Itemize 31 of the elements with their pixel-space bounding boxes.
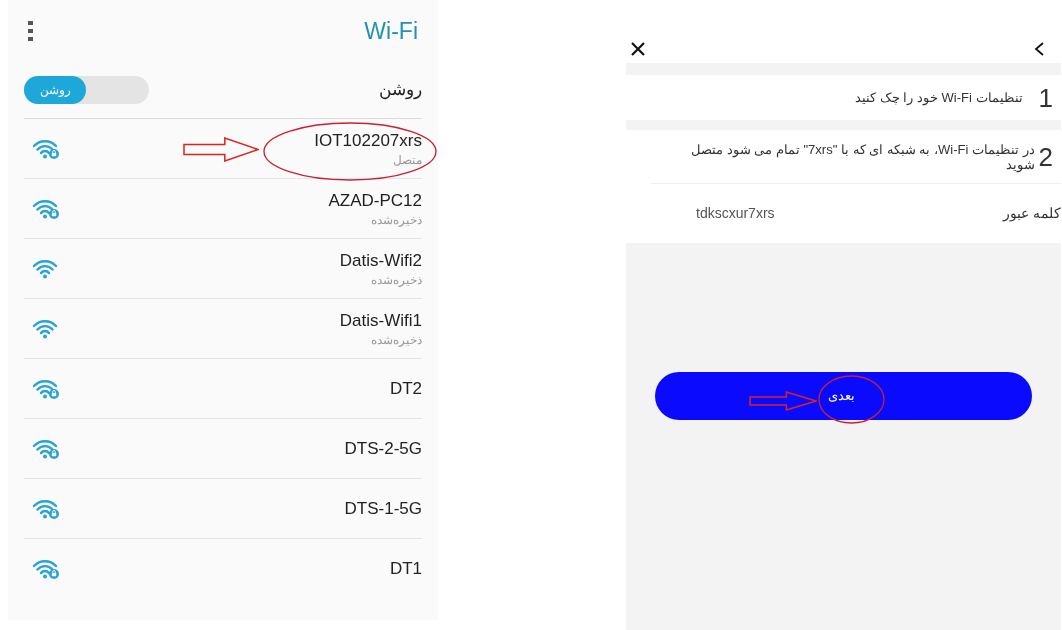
step-number: 2 <box>1038 143 1053 170</box>
network-status: ذخیره‌شده <box>371 271 422 288</box>
back-icon[interactable] <box>1033 41 1045 57</box>
network-name: DTS-1-5G <box>344 497 422 520</box>
close-icon[interactable] <box>630 41 646 57</box>
step-number: 1 <box>1038 84 1053 111</box>
network-name: Datis-Wifi1 <box>339 309 422 332</box>
step-text: در تنظیمات Wi-Fi، به شبکه ای که با "7xrs" تمام می شود متصل شوید <box>690 141 1035 172</box>
network-status: متصل <box>393 151 422 168</box>
screen-title: Wi-Fi <box>364 16 418 46</box>
network-name: AZAD-PC12 <box>328 189 422 212</box>
network-name: Datis-Wifi2 <box>339 249 422 272</box>
network-name: DT2 <box>389 377 422 400</box>
network-row[interactable]: DT2 <box>24 359 422 419</box>
password-value: tdkscxur7xrs <box>696 204 775 223</box>
more-menu-icon[interactable] <box>28 20 34 42</box>
step-text: تنظیمات Wi-Fi خود را چک کنید <box>855 88 1023 108</box>
password-label: کلمه عبور <box>1003 204 1061 224</box>
network-status: ذخیره‌شده <box>371 211 422 228</box>
toggle-thumb: روشن <box>24 76 86 104</box>
annotation-ellipse <box>818 375 885 424</box>
network-row[interactable]: DTS-2-5G <box>24 419 422 479</box>
next-button[interactable]: بعدی <box>655 372 1032 420</box>
network-status: ذخیره‌شده <box>371 331 422 348</box>
annotation-arrow <box>749 391 817 411</box>
toggle-label: روشن <box>379 79 422 102</box>
network-name: DT1 <box>389 558 422 580</box>
network-name: DTS-2-5G <box>344 437 422 460</box>
network-row[interactable]: DT1 <box>24 539 422 599</box>
network-row[interactable]: DTS-1-5G <box>24 479 422 539</box>
network-name: IOT102207xrs <box>314 129 422 152</box>
